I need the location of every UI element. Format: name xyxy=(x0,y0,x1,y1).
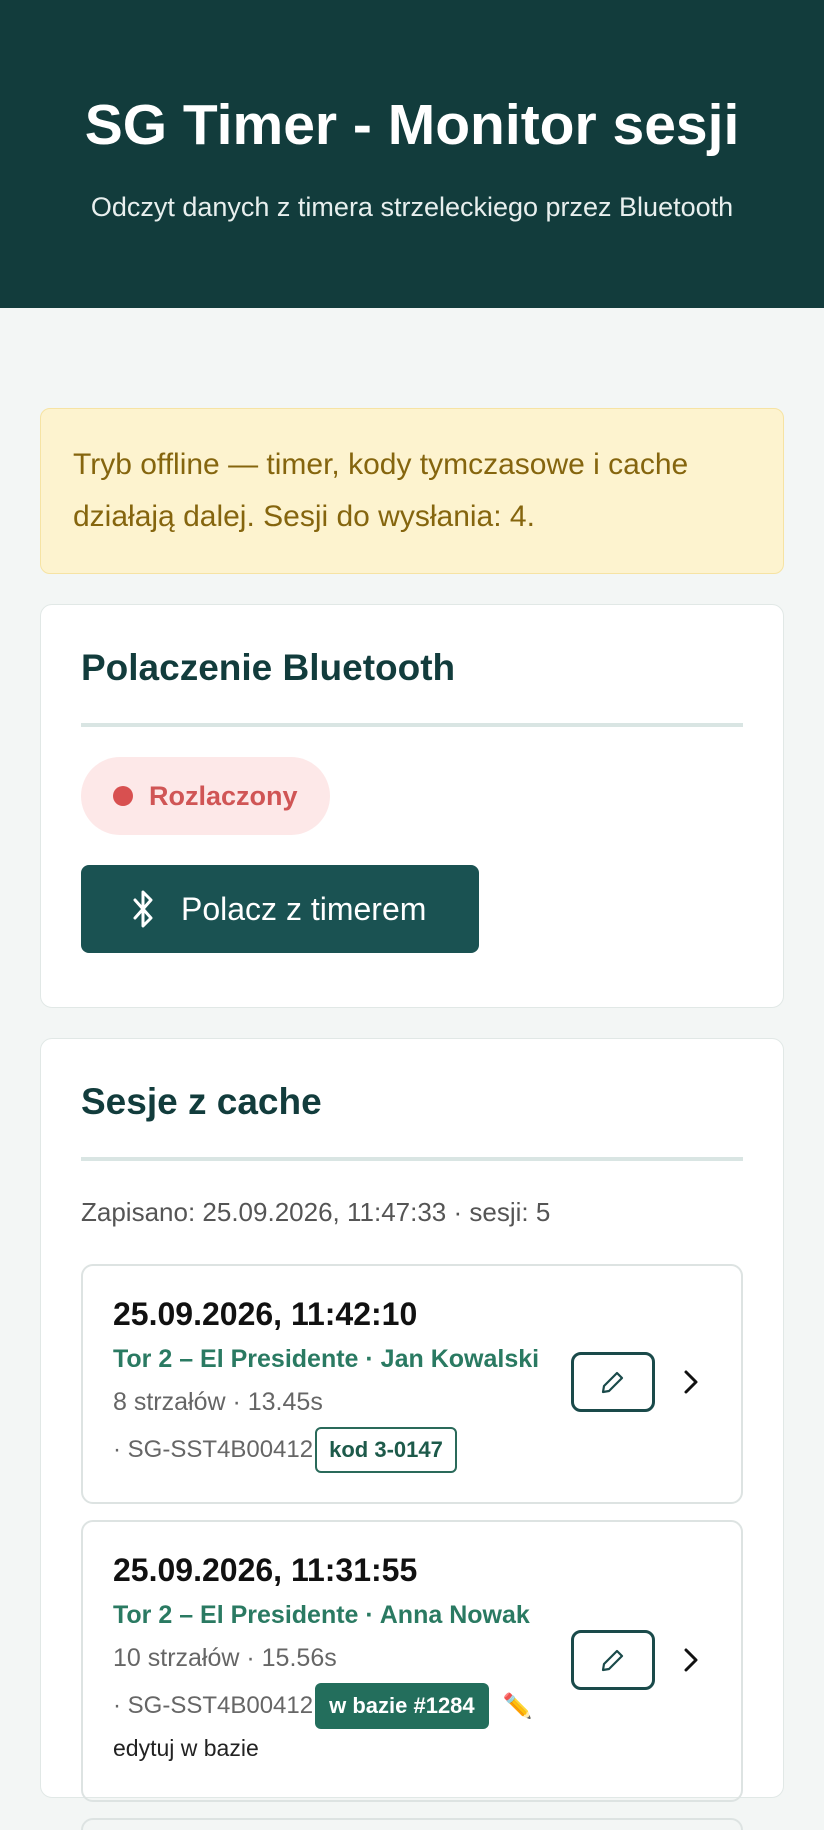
pencil-emoji-icon: ✏️ xyxy=(502,1692,533,1720)
connection-status-label: Rozlaczony xyxy=(149,780,298,811)
page-title: SG Timer - Monitor sesji xyxy=(84,93,740,157)
cache-saved-info: Zapisano: 25.09.2026, 11:47:33 · sesji: … xyxy=(81,1197,551,1227)
chevron-right-icon[interactable] xyxy=(681,1368,701,1396)
connection-status-badge: Rozlaczony xyxy=(81,757,330,835)
page-header: SG Timer - Monitor sesji Odczyt danych z… xyxy=(0,0,824,308)
status-dot-icon xyxy=(113,786,133,806)
session-date: 25.09.2026, 11:42:10 xyxy=(113,1296,418,1332)
pencil-icon xyxy=(601,1371,624,1394)
chevron-right-icon[interactable] xyxy=(681,1646,701,1674)
session-device-line: · SG-SST4B00412 kod 3-0147 xyxy=(113,1427,711,1473)
edit-session-button[interactable] xyxy=(571,1352,655,1412)
cache-sessions-card: Sesje z cache Zapisano: 25.09.2026, 11:4… xyxy=(40,1038,784,1830)
connect-timer-button[interactable]: Polacz z timerem xyxy=(81,865,479,953)
edit-session-button[interactable] xyxy=(571,1630,655,1690)
session-item[interactable]: 25.09.2026, 11:31:55 Tor 2 – El Presiden… xyxy=(81,1520,743,1802)
edit-in-db-link[interactable]: edytuj w bazie xyxy=(113,1735,711,1762)
bluetooth-icon xyxy=(133,890,153,928)
temp-code-badge: kod 3-0147 xyxy=(315,1427,457,1473)
page-subtitle: Odczyt danych z timera strzeleckiego prz… xyxy=(90,192,734,222)
cache-heading: Sesje z cache xyxy=(81,1081,743,1161)
offline-alert: Tryb offline — timer, kody tymczasowe i … xyxy=(40,408,784,574)
session-device: · SG-SST4B00412 xyxy=(113,1436,314,1463)
bluetooth-heading: Polaczenie Bluetooth xyxy=(81,647,743,727)
pencil-icon xyxy=(601,1649,624,1672)
session-item[interactable]: 25.09.2026, 11:42:10 Tor 2 – El Presiden… xyxy=(81,1264,743,1504)
session-device: · SG-SST4B00412 xyxy=(113,1692,314,1719)
db-id-badge: w bazie #1284 xyxy=(315,1683,489,1729)
session-date: 25.09.2026, 11:31:55 xyxy=(113,1552,418,1588)
main-content: Tryb offline — timer, kody tymczasowe i … xyxy=(0,308,824,1830)
session-item[interactable] xyxy=(81,1818,743,1830)
session-title: Tor 2 – El Presidente · Anna Nowak xyxy=(113,1601,530,1629)
connect-button-label: Polacz z timerem xyxy=(181,890,427,927)
bluetooth-card: Polaczenie Bluetooth Rozlaczony Polacz z… xyxy=(40,604,784,1008)
